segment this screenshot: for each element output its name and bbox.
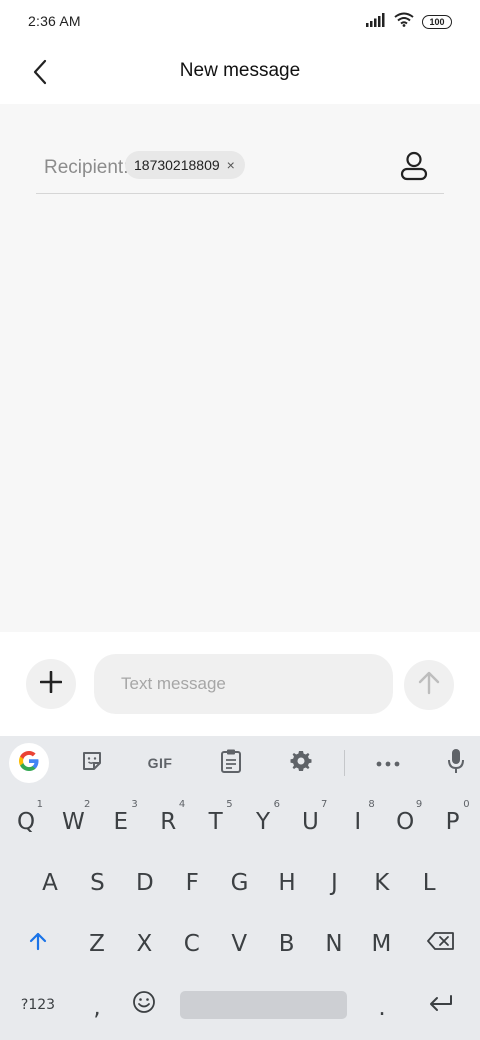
shift-arrow-icon: [28, 931, 48, 957]
key-t[interactable]: 5T: [193, 799, 239, 845]
message-content-area: Recipient: 18730218809 ×: [0, 104, 480, 632]
contacts-button[interactable]: [396, 150, 432, 186]
period-key[interactable]: .: [359, 985, 405, 1031]
message-input[interactable]: [94, 654, 393, 714]
compose-bar: [0, 632, 480, 736]
wifi-icon: [394, 12, 414, 32]
key-label: Y: [255, 809, 271, 835]
sticker-button[interactable]: [72, 743, 112, 783]
key-hint: 3: [131, 799, 138, 810]
settings-button[interactable]: [281, 743, 321, 783]
key-hint: 8: [368, 799, 375, 810]
more-icon: [376, 754, 400, 772]
key-hint: 7: [321, 799, 328, 810]
backspace-key[interactable]: [418, 921, 464, 967]
key-m[interactable]: M: [358, 921, 404, 967]
key-x[interactable]: X: [121, 921, 167, 967]
shift-key[interactable]: [15, 921, 61, 967]
key-c[interactable]: C: [169, 921, 215, 967]
app-header: New message: [0, 44, 480, 104]
recipient-row[interactable]: Recipient: 18730218809 ×: [36, 144, 444, 194]
key-label: Q: [16, 809, 36, 835]
gif-button[interactable]: GIF: [140, 743, 180, 783]
clipboard-icon: [220, 748, 242, 779]
key-r[interactable]: 4R: [145, 799, 191, 845]
key-j[interactable]: J: [311, 860, 357, 906]
gif-label: GIF: [147, 755, 173, 771]
key-h[interactable]: H: [264, 860, 310, 906]
voice-input-button[interactable]: [436, 743, 476, 783]
recipient-chip-text: 18730218809: [134, 157, 220, 173]
recipient-label: Recipient:: [44, 157, 129, 178]
emoji-key[interactable]: [121, 982, 167, 1028]
key-hint: 4: [178, 799, 186, 810]
more-button[interactable]: [368, 743, 408, 783]
emoji-icon: [132, 990, 156, 1020]
key-b[interactable]: B: [264, 921, 310, 967]
google-button[interactable]: [9, 743, 49, 783]
recipient-chip[interactable]: 18730218809 ×: [125, 151, 245, 179]
key-label: E: [113, 809, 129, 835]
attach-button[interactable]: [26, 659, 76, 709]
comma-key[interactable]: ,: [74, 985, 120, 1031]
chip-remove-button[interactable]: ×: [227, 157, 235, 173]
key-hint: 0: [463, 799, 470, 810]
key-hint: 5: [226, 799, 233, 810]
key-hint: 6: [273, 799, 280, 810]
keyboard: G I F 1 Q 2 W 3 E 4 R 5 T 6 Y 7 U 8 I 9 O …: [0, 736, 480, 1040]
key-p[interactable]: 0P: [430, 799, 476, 845]
page-title: New message: [179, 60, 301, 81]
clipboard-button[interactable]: [211, 743, 251, 783]
key-o[interactable]: 9O: [382, 799, 428, 845]
status-bar: 2:36 AM 100: [0, 0, 480, 44]
key-hint: 9: [415, 799, 423, 810]
status-time: 2:36 AM: [28, 13, 81, 29]
key-label: I: [354, 809, 362, 835]
key-label: U: [301, 809, 319, 835]
key-label: O: [396, 809, 415, 835]
key-f[interactable]: F: [169, 860, 215, 906]
key-hint: 1: [36, 799, 43, 810]
key-l[interactable]: L: [406, 860, 452, 906]
person-icon: [400, 151, 428, 186]
key-label: T: [208, 809, 223, 835]
status-icons: 100: [366, 12, 452, 32]
send-button[interactable]: [404, 660, 454, 710]
signal-icon: [366, 12, 386, 32]
key-e[interactable]: 3E: [98, 799, 144, 845]
keyboard-toolbar: GIF: [0, 736, 480, 790]
key-z[interactable]: Z: [74, 921, 120, 967]
sticker-icon: [80, 749, 104, 778]
space-key[interactable]: [180, 991, 347, 1019]
key-a[interactable]: A: [27, 860, 73, 906]
backspace-icon: [427, 931, 455, 957]
key-hint: 2: [84, 799, 91, 810]
google-g-icon: [17, 749, 41, 778]
key-k[interactable]: K: [359, 860, 405, 906]
key-q[interactable]: 1Q: [3, 799, 49, 845]
key-i[interactable]: 8I: [335, 799, 381, 845]
key-y[interactable]: 6Y: [240, 799, 286, 845]
key-label: W: [62, 809, 85, 835]
key-label: P: [445, 809, 460, 835]
key-g[interactable]: G: [217, 860, 263, 906]
mic-icon: [447, 748, 465, 779]
arrow-up-icon: [418, 671, 440, 700]
key-u[interactable]: 7U: [287, 799, 333, 845]
symbols-key[interactable]: ?123: [15, 982, 61, 1028]
key-w[interactable]: 2W: [50, 799, 96, 845]
toolbar-divider: [344, 750, 345, 776]
battery-indicator: 100: [422, 15, 452, 29]
enter-key[interactable]: [418, 982, 464, 1028]
plus-icon: [39, 670, 63, 698]
key-d[interactable]: D: [122, 860, 168, 906]
key-v[interactable]: V: [216, 921, 262, 967]
enter-icon: [428, 992, 454, 1018]
key-label: R: [160, 809, 177, 835]
key-s[interactable]: S: [74, 860, 120, 906]
gear-icon: [289, 749, 313, 778]
key-n[interactable]: N: [311, 921, 357, 967]
